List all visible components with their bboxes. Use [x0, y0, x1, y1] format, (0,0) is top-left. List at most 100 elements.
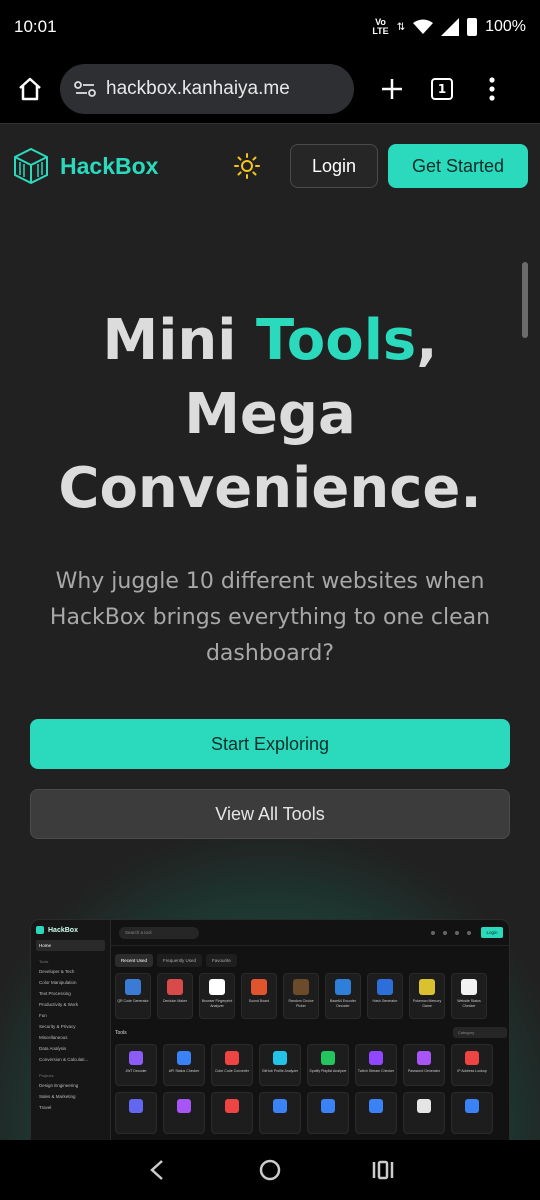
- dashboard-preview-image: HackBox Home Tools Developer & Tech Color…: [30, 919, 510, 1140]
- theme-toggle[interactable]: [233, 152, 261, 184]
- preview-side-item: Security & Privacy: [39, 1024, 76, 1029]
- site-logo[interactable]: HackBox: [12, 147, 158, 185]
- home-icon: [19, 77, 41, 100]
- preview-tool-icon: [335, 979, 351, 995]
- preview-tool-label: API Status Checker: [168, 1069, 200, 1073]
- battery-icon: [467, 18, 478, 36]
- hero-title-line2: Mega: [184, 382, 356, 447]
- site-settings-icon: [74, 80, 96, 97]
- preview-tool-label: GitHub Profile Analyzer: [261, 1069, 299, 1073]
- back-icon: [149, 1160, 163, 1180]
- preview-tool-tile: Password Generator: [403, 1044, 445, 1086]
- browser-menu-button[interactable]: [472, 69, 512, 109]
- preview-tool-tile: IP Address Lookup: [451, 1044, 493, 1086]
- preview-recent-card: Base64 Encoder Decoder: [325, 973, 361, 1019]
- preview-tool-icon: [321, 1051, 335, 1065]
- preview-side-item: Data Analysis: [39, 1046, 67, 1051]
- preview-tool-icon: [177, 1099, 191, 1113]
- preview-recent-card: Sound Board: [241, 973, 277, 1019]
- preview-recent-card: Browser Fingerprint Analyzer: [199, 973, 235, 1019]
- preview-tool-label: Twitch Stream Checker: [357, 1069, 395, 1073]
- status-time: 10:01: [14, 17, 57, 36]
- preview-tool-icon: [225, 1051, 239, 1065]
- preview-side-item: Miscellaneous: [39, 1035, 68, 1040]
- browser-toolbar: hackbox.kanhaiya.me 1: [0, 54, 540, 124]
- hero-subtitle: Why juggle 10 different websites when Ha…: [49, 569, 491, 666]
- preview-tool-label: Spotify Playlist Analyzer: [309, 1069, 347, 1073]
- preview-recent-row: QR Code Generator Decision Maker Browser F…: [111, 967, 509, 1025]
- tab-switcher-button[interactable]: 1: [422, 69, 462, 109]
- get-started-button[interactable]: Get Started: [388, 144, 528, 188]
- login-button[interactable]: Login: [290, 144, 378, 188]
- preview-tool-label: JWT Decoder: [125, 1069, 147, 1073]
- preview-side-project: Travel: [39, 1105, 52, 1110]
- preview-tool-tile: [115, 1092, 157, 1134]
- view-all-tools-button[interactable]: View All Tools: [30, 789, 510, 839]
- system-nav-bar: [0, 1140, 540, 1200]
- preview-side-item: Color Manipulation: [39, 980, 77, 985]
- preview-recent-card: Decision Maker: [157, 973, 193, 1019]
- nav-recents-button[interactable]: [363, 1150, 403, 1190]
- preview-tool-tile: Spotify Playlist Analyzer: [307, 1044, 349, 1086]
- page-content: HackBox Login Get Started Mini Tools, Me…: [0, 124, 540, 1140]
- preview-tool-icon: [377, 979, 393, 995]
- sun-icon: [234, 153, 260, 179]
- preview-side-items: Developer & Tech Color Manipulation Text P…: [36, 966, 105, 1065]
- nav-home-button[interactable]: [250, 1150, 290, 1190]
- preview-recent-label: Browser Fingerprint Analyzer: [201, 999, 233, 1008]
- hero-title-accent: Tools: [255, 308, 417, 373]
- data-arrows-icon: ⇅: [396, 21, 406, 33]
- hero-title-part2: ,: [416, 308, 438, 373]
- preview-side-project: Design Engineering: [39, 1083, 79, 1088]
- preview-tool-tile: [211, 1092, 253, 1134]
- address-bar[interactable]: hackbox.kanhaiya.me: [60, 63, 354, 114]
- hero-title-line3: Convenience.: [58, 456, 482, 521]
- preview-tool-tile: [451, 1092, 493, 1134]
- preview-tool-label: Password Generator: [407, 1069, 441, 1073]
- preview-recent-label: Random Choice Picker: [288, 999, 314, 1008]
- preview-tool-icon: [321, 1099, 335, 1113]
- home-circle-icon: [259, 1159, 281, 1181]
- preview-recent-card: Random Choice Picker: [283, 973, 319, 1019]
- nav-back-button[interactable]: [137, 1150, 177, 1190]
- preview-tools-header: Tools Category: [111, 1025, 509, 1040]
- preview-tool-tile: [355, 1092, 397, 1134]
- preview-tabs: Recent Used Frequently Used Favourite: [111, 946, 509, 967]
- preview-tool-icon: [129, 1099, 143, 1113]
- preview-logo: HackBox: [36, 926, 105, 934]
- preview-recent-card: QR Code Generator: [115, 973, 151, 1019]
- browser-home-button[interactable]: [10, 69, 50, 109]
- preview-recent-label: Website Status Checker: [457, 999, 481, 1008]
- preview-toolbar-icons: [431, 930, 471, 935]
- preview-recent-label: Pokemon Memory Game: [412, 999, 442, 1008]
- preview-tools-label: Tools: [115, 1029, 127, 1036]
- volte-icon: Vo LTE: [372, 17, 389, 36]
- preview-tool-tile: GitHub Profile Analyzer: [259, 1044, 301, 1086]
- preview-tool-tile: [307, 1092, 349, 1134]
- preview-search: Search a tool: [119, 926, 199, 939]
- preview-tab: Recent Used: [115, 954, 154, 967]
- preview-recent-label: Hash Generator: [372, 999, 398, 1003]
- preview-side-home: Home: [36, 940, 105, 951]
- preview-recent-card: Website Status Checker: [451, 973, 487, 1019]
- preview-tool-icon: [125, 979, 141, 995]
- preview-recent-card: Pokemon Memory Game: [409, 973, 445, 1019]
- start-exploring-button[interactable]: Start Exploring: [30, 719, 510, 769]
- preview-side-item: Developer & Tech: [39, 969, 75, 974]
- battery-percent: 100%: [485, 18, 526, 35]
- preview-tool-icon: [465, 1051, 479, 1065]
- logo-text: HackBox: [60, 152, 159, 179]
- preview-recent-label: Base64 Encoder Decoder: [330, 999, 356, 1008]
- preview-tool-icon: [225, 1099, 239, 1113]
- preview-recent-label: QR Code Generator: [117, 999, 149, 1003]
- preview-tool-label: IP Address Lookup: [457, 1069, 487, 1073]
- preview-side-projects: Design Engineering Sales & Marketing Trave…: [36, 1080, 105, 1113]
- hero-title-part1: Mini: [102, 308, 256, 373]
- preview-side-project: Sales & Marketing: [39, 1094, 76, 1099]
- preview-tool-tile: Color Code Converter: [211, 1044, 253, 1086]
- preview-tools-grid: JWT Decoder API Status Checker Color Code …: [111, 1040, 509, 1138]
- preview-tool-tile: Twitch Stream Checker: [355, 1044, 397, 1086]
- preview-sidebar: HackBox Home Tools Developer & Tech Color…: [31, 920, 111, 1140]
- preview-logo-icon: [36, 926, 44, 934]
- new-tab-button[interactable]: [372, 69, 412, 109]
